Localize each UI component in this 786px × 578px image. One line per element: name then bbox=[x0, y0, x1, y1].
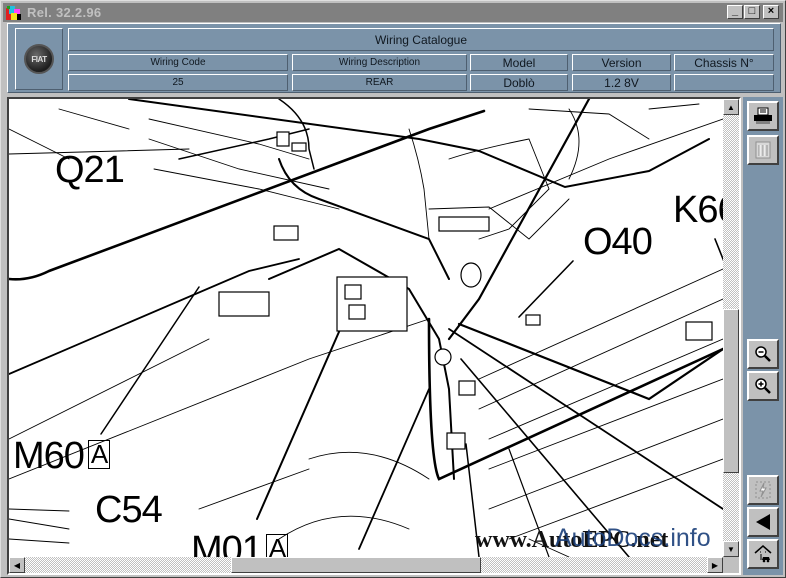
horizontal-scrollbar[interactable]: ◀ ▶ bbox=[9, 557, 723, 573]
wiring-description-value: REAR bbox=[292, 74, 467, 91]
wiring-description-header: Wiring Description bbox=[292, 54, 467, 71]
wiring-diagram[interactable]: Q21 O40 K66 M60A C54 M01A www.AutoEPC.ne… bbox=[9, 99, 723, 557]
horizontal-scroll-thumb[interactable] bbox=[231, 557, 481, 573]
vertical-scrollbar[interactable]: ▲ ▼ bbox=[723, 99, 739, 557]
component-o40 bbox=[525, 314, 541, 326]
window-title: Rel. 32.2.96 bbox=[27, 5, 102, 20]
label-m01[interactable]: M01 A bbox=[191, 531, 289, 557]
model-value: Doblò bbox=[470, 74, 568, 91]
chassis-value bbox=[674, 74, 774, 91]
version-value: 1.2 8V bbox=[572, 74, 671, 91]
diagram-viewport: Q21 O40 K66 M60A C54 M01A www.AutoEPC.ne… bbox=[7, 97, 741, 575]
back-button[interactable] bbox=[747, 507, 779, 537]
variant-box-a: A bbox=[87, 440, 111, 470]
label-k66[interactable]: K66 bbox=[673, 191, 723, 229]
component-seat-bracket bbox=[438, 216, 490, 232]
scroll-right-button[interactable]: ▶ bbox=[707, 557, 723, 573]
scroll-left-button[interactable]: ◀ bbox=[9, 557, 25, 573]
harness-branch bbox=[278, 158, 450, 280]
lightning-icon bbox=[755, 481, 771, 499]
home-car-icon bbox=[754, 545, 772, 563]
zoom-in-icon bbox=[755, 378, 771, 394]
arrow-up-icon: ▲ bbox=[727, 102, 735, 112]
label-q21[interactable]: Q21 bbox=[55, 151, 125, 189]
info-header: FIAT Wiring Catalogue Wiring Code 25 Wir… bbox=[7, 23, 781, 93]
harness-upper bbox=[128, 99, 710, 189]
component-connector-2 bbox=[273, 225, 299, 241]
zoom-out-icon bbox=[755, 346, 771, 362]
harness-main bbox=[9, 109, 486, 281]
arrow-left-small-icon: ◀ bbox=[13, 560, 21, 570]
zoom-in-button[interactable] bbox=[747, 371, 779, 401]
minimize-button[interactable]: _ bbox=[727, 5, 743, 19]
list-sheet-icon bbox=[755, 141, 771, 159]
catalogue-title: Wiring Catalogue bbox=[68, 28, 774, 51]
logo-box: FIAT bbox=[15, 28, 63, 90]
variant-box-a: A bbox=[265, 534, 289, 557]
zoom-out-button[interactable] bbox=[747, 339, 779, 369]
chassis-header: Chassis N° bbox=[674, 54, 774, 71]
component-k66 bbox=[685, 321, 713, 341]
wiring-code-value: 25 bbox=[68, 74, 288, 91]
component-switch bbox=[446, 432, 466, 450]
electrical-button[interactable] bbox=[747, 475, 779, 505]
scroll-up-button[interactable]: ▲ bbox=[723, 99, 739, 115]
side-toolbar bbox=[743, 97, 783, 575]
scroll-corner bbox=[723, 557, 739, 573]
label-c54[interactable]: C54 bbox=[95, 491, 163, 529]
watermark-autodocs: AutoDocs.info bbox=[555, 524, 711, 552]
vertical-scroll-thumb[interactable] bbox=[723, 309, 739, 473]
arrow-right-small-icon: ▶ bbox=[711, 560, 719, 570]
home-button[interactable] bbox=[747, 539, 779, 569]
scroll-down-button[interactable]: ▼ bbox=[723, 541, 739, 557]
fiat-logo-icon: FIAT bbox=[24, 44, 54, 74]
version-header: Version bbox=[572, 54, 671, 71]
harness-long bbox=[427, 317, 723, 481]
model-header: Model bbox=[470, 54, 568, 71]
printer-icon bbox=[754, 107, 772, 124]
component-lamp bbox=[434, 348, 452, 366]
component-sensor bbox=[458, 380, 476, 396]
maximize-button[interactable]: □ bbox=[744, 5, 760, 19]
label-m60[interactable]: M60 A bbox=[13, 437, 111, 475]
arrow-down-icon: ▼ bbox=[727, 544, 735, 554]
wiring-code-header: Wiring Code bbox=[68, 54, 288, 71]
print-button[interactable] bbox=[747, 101, 779, 131]
close-button[interactable]: × bbox=[763, 5, 779, 19]
component-ecu bbox=[218, 291, 270, 317]
component-list-button[interactable] bbox=[747, 135, 779, 165]
title-bar[interactable]: Rel. 32.2.96 _ □ × bbox=[3, 3, 783, 22]
arrow-left-icon bbox=[756, 514, 770, 530]
app-window: Rel. 32.2.96 _ □ × FIAT Wiring Catalogue… bbox=[0, 0, 786, 578]
component-connector-1 bbox=[276, 131, 290, 147]
label-o40[interactable]: O40 bbox=[583, 223, 653, 261]
app-icon bbox=[5, 5, 23, 21]
